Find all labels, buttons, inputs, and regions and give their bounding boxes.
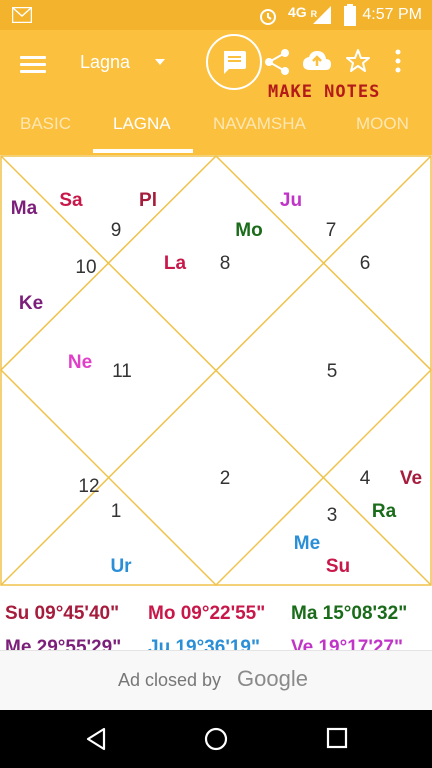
degree-sun: Su 09°45'40" <box>5 603 120 624</box>
more-icon[interactable] <box>393 48 403 74</box>
house-number: 9 <box>110 220 122 241</box>
house-number: 12 <box>78 476 100 497</box>
house-number: 6 <box>359 253 371 274</box>
planet-lagna: La <box>163 253 187 274</box>
tab-lagna[interactable]: LAGNA <box>113 114 171 134</box>
star-icon[interactable] <box>345 48 371 74</box>
clock: 4:57 PM <box>362 6 422 23</box>
planet-degrees: Su 09°45'40" Mo 09°22'55" Ma 15°08'32" M… <box>0 598 432 650</box>
planet-saturn: Sa <box>59 190 83 211</box>
lagna-chart: 1 2 3 4 5 6 7 8 9 10 11 12 Ma Sa Pl Ju M… <box>0 155 432 587</box>
gmail-icon <box>12 7 32 23</box>
tab-navamsha[interactable]: NAVAMSHA <box>213 114 306 134</box>
signal-icon <box>313 6 331 24</box>
app-bar: Lagna MAKE NOTES BASIC LAGNA NAVAMSHA MO… <box>0 30 432 155</box>
house-number: 8 <box>219 253 231 274</box>
degree-venus: Ve 19°17'27" <box>291 637 403 650</box>
degree-jupiter: Ju 19°36'19" <box>148 637 260 650</box>
degree-mars: Ma 15°08'32" <box>291 603 408 624</box>
planet-neptune: Ne <box>67 352 93 373</box>
notes-icon <box>224 51 246 74</box>
planet-sun: Su <box>325 556 351 577</box>
planet-mercury: Me <box>293 533 321 554</box>
ad-banner: Ad closed by Google <box>0 650 432 710</box>
planet-venus: Ve <box>399 468 423 489</box>
ad-closed-text: Ad closed by <box>118 670 222 690</box>
share-icon[interactable] <box>264 48 290 76</box>
tab-indicator <box>93 149 193 153</box>
degree-mercury: Me 29°55'29" <box>5 637 122 650</box>
planet-uranus: Ur <box>110 556 132 577</box>
house-number: 7 <box>325 220 337 241</box>
back-icon[interactable] <box>84 726 108 752</box>
google-logo: Google <box>237 666 308 691</box>
recents-icon[interactable] <box>325 726 349 750</box>
planet-pluto: Pl <box>139 190 157 211</box>
house-number: 10 <box>75 257 97 278</box>
chart-grid <box>0 155 432 587</box>
make-notes-label: MAKE NOTES <box>268 82 381 102</box>
degree-moon: Mo 09°22'55" <box>148 603 266 624</box>
chevron-down-icon <box>155 59 165 65</box>
house-number: 3 <box>326 505 338 526</box>
house-number: 2 <box>219 468 231 489</box>
planet-jupiter: Ju <box>279 190 303 211</box>
chart-type-value: Lagna <box>80 52 131 72</box>
home-icon[interactable] <box>203 726 229 752</box>
house-number: 5 <box>326 361 338 382</box>
notes-button[interactable] <box>206 34 262 90</box>
tab-basic[interactable]: BASIC <box>20 114 71 134</box>
planet-moon: Mo <box>235 220 263 241</box>
alarm-icon <box>260 9 276 25</box>
tab-bar: BASIC LAGNA NAVAMSHA MOON <box>0 114 432 155</box>
house-number: 1 <box>110 501 122 522</box>
menu-icon[interactable] <box>20 52 46 74</box>
chart-type-dropdown[interactable]: Lagna <box>80 52 165 73</box>
planet-mars: Ma <box>10 198 38 219</box>
planet-ketu: Ke <box>18 293 44 314</box>
system-nav-bar <box>0 710 432 768</box>
cloud-upload-icon[interactable] <box>302 48 332 72</box>
house-number: 11 <box>112 361 132 382</box>
house-number: 4 <box>359 468 371 489</box>
planet-rahu: Ra <box>371 501 397 522</box>
battery-icon <box>344 4 356 26</box>
status-bar: 4G R 4:57 PM <box>0 0 432 30</box>
tab-moon[interactable]: MOON <box>356 114 409 134</box>
